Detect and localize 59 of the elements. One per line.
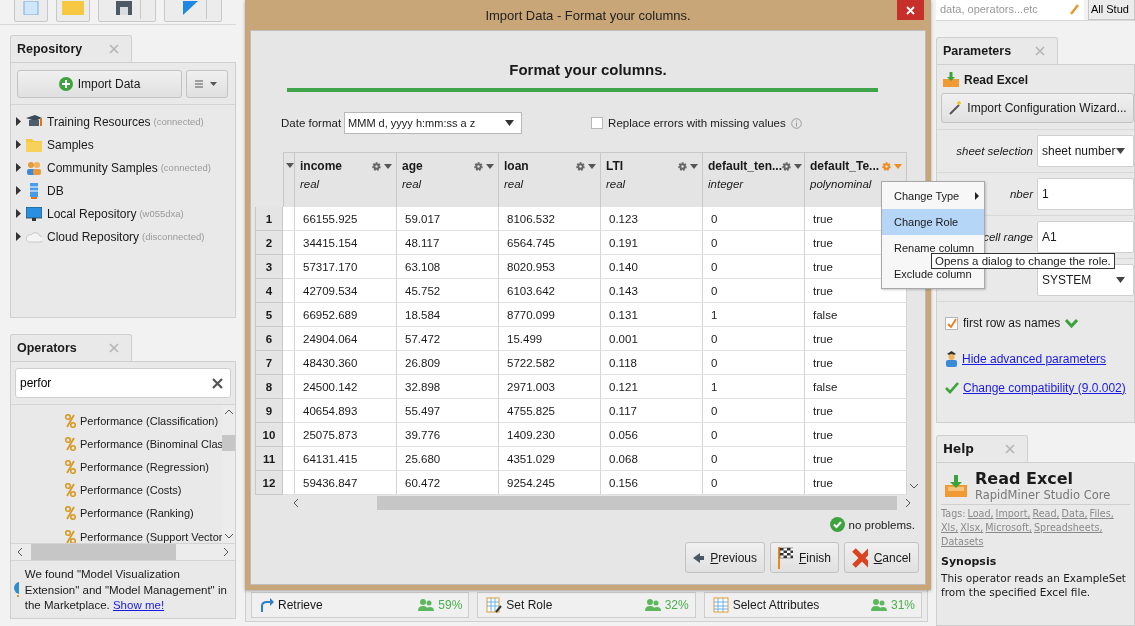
row-number: 4 xyxy=(255,279,283,303)
dialog-title: Import Data - Format your columns. xyxy=(485,7,691,23)
repository-name: Samples xyxy=(47,137,94,152)
row-number: 5 xyxy=(255,303,283,327)
operator-name: Read Excel xyxy=(964,72,1029,87)
marketplace-notice: We found "Model Visualization Extension" and "Model Management" in the Marketplace. Show me! xyxy=(24,567,228,613)
repository-status: (connected) xyxy=(160,162,211,173)
row-number: 12 xyxy=(255,471,283,495)
help-subtitle: RapidMiner Studio Core xyxy=(975,488,1111,502)
synopsis-heading: Synopsis xyxy=(941,555,998,568)
repository-status: (connected) xyxy=(153,116,204,127)
table-cell: 9254.245 xyxy=(499,471,601,495)
row-number: 3 xyxy=(255,255,283,279)
parameter-label: sheet selection xyxy=(956,145,1033,157)
step-heading: Format your columns. xyxy=(508,61,668,78)
tags-label: Tags: xyxy=(941,507,966,521)
synopsis-text: This operator reads an ExampleSet from the specified Excel file. xyxy=(941,571,1127,599)
column-type: real xyxy=(606,178,627,190)
row-number: 2 xyxy=(255,231,283,255)
row-number: 7 xyxy=(255,351,283,375)
usage-percentage: 32% xyxy=(664,598,689,612)
repository-status: (disconnected) xyxy=(142,231,205,242)
help-title: Read Excel xyxy=(975,469,1075,488)
repository-name: Training Resources xyxy=(47,114,151,129)
table-cell: 0 xyxy=(703,471,805,495)
row-number: 8 xyxy=(255,375,283,399)
checkbox-label: first row as names xyxy=(963,316,1061,330)
table-cell: 60.472 xyxy=(397,471,499,495)
status-text: no problems. xyxy=(848,518,915,531)
row-number: 10 xyxy=(255,423,283,447)
column-name: default_Te... xyxy=(810,159,880,173)
column-name: default_ten... xyxy=(708,159,782,173)
column-type: real xyxy=(300,178,321,190)
repository-status: (w055dxa) xyxy=(139,208,184,219)
repository-name: Community Samples xyxy=(47,160,158,175)
column-name: age xyxy=(402,159,423,173)
column-name: LTI xyxy=(606,159,624,173)
checkbox-label: Replace errors with missing values xyxy=(608,117,786,129)
repository-name: DB xyxy=(47,183,64,198)
column-type: real xyxy=(402,178,423,190)
column-name: loan xyxy=(504,159,529,173)
column-type: integer xyxy=(708,178,745,190)
table-cell: true xyxy=(805,471,907,495)
date-format-label: Date format xyxy=(281,117,342,129)
column-name: income xyxy=(300,159,342,173)
table-cell: 59436.847 xyxy=(295,471,397,495)
repository-name: Cloud Repository xyxy=(47,229,140,244)
parameter-label: nber xyxy=(1009,188,1033,200)
table-cell: 0.156 xyxy=(601,471,703,495)
usage-percentage: 31% xyxy=(890,598,915,612)
column-type: polynominal xyxy=(810,178,873,190)
row-number: 6 xyxy=(255,327,283,351)
repository-name: Local Repository xyxy=(47,206,137,221)
row-number: 11 xyxy=(255,447,283,471)
column-type: real xyxy=(504,178,525,190)
row-number: 1 xyxy=(255,207,283,231)
usage-percentage: 59% xyxy=(438,598,463,612)
row-number: 9 xyxy=(255,399,283,423)
tooltip: Opens a dialog to change the role. xyxy=(931,253,1115,269)
